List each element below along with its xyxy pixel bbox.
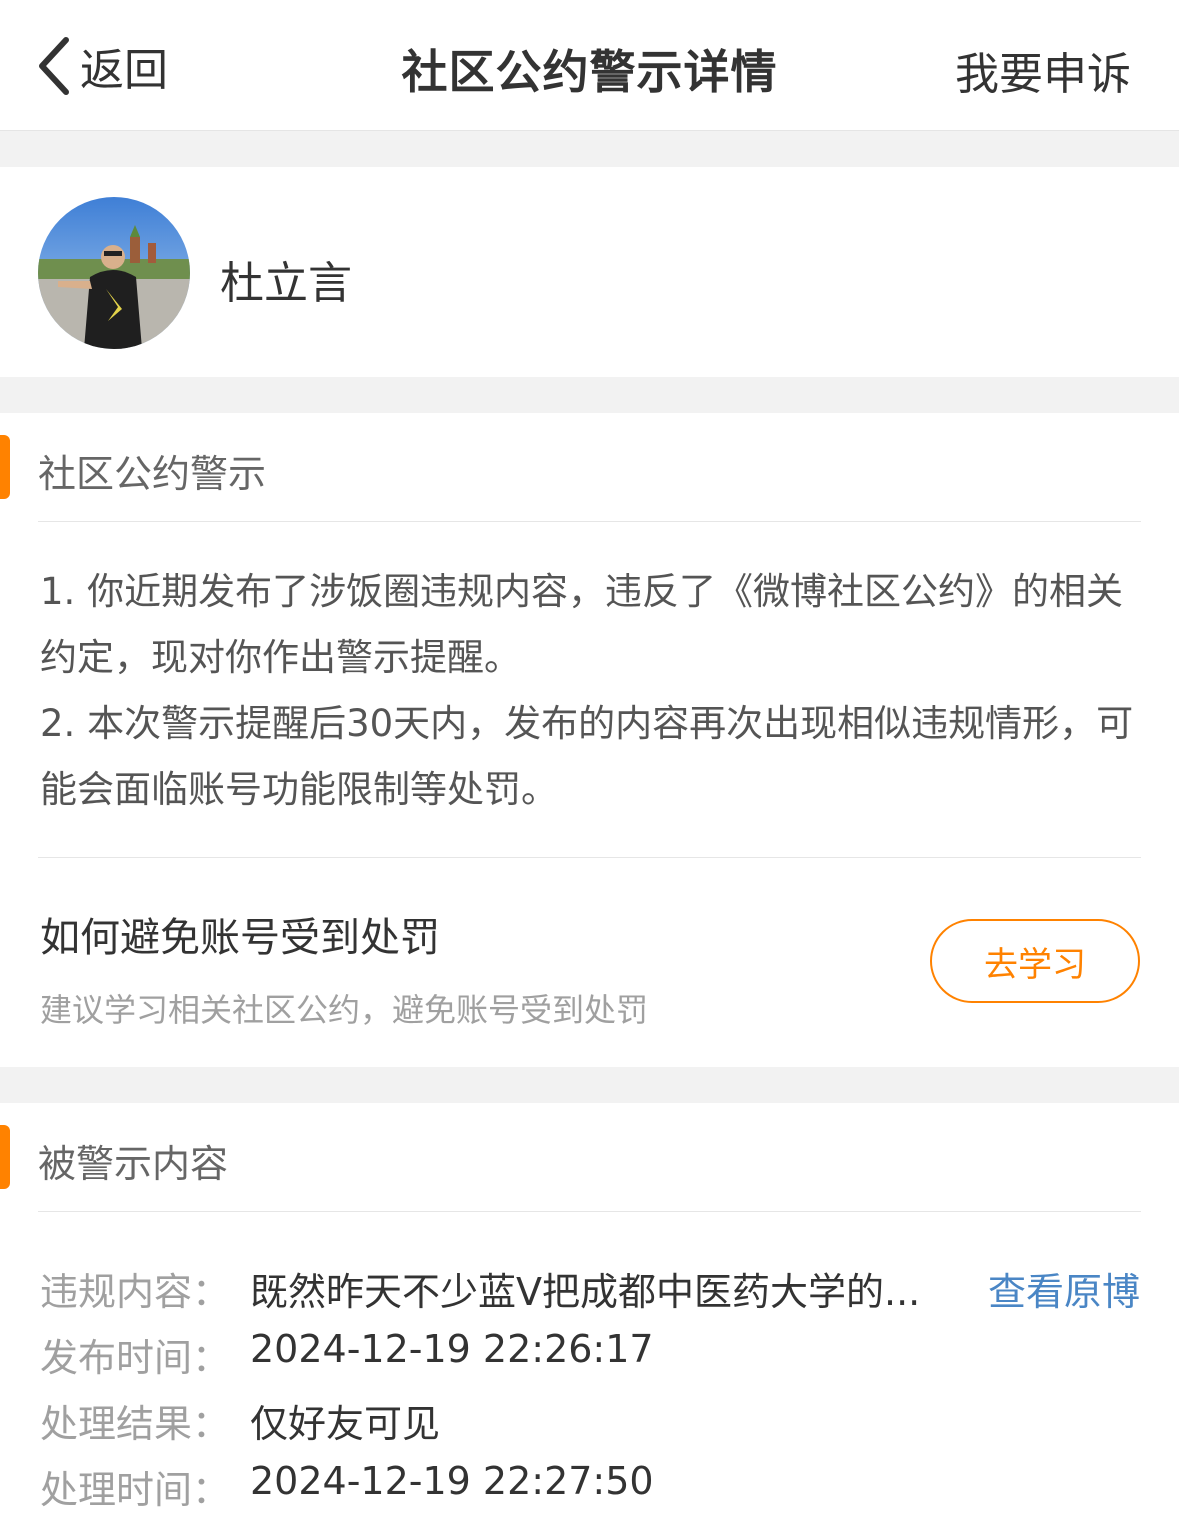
publish-time-value: 2024-12-19 22:26:17 xyxy=(250,1327,654,1371)
warning-notice: 1. 你近期发布了涉饭圈违规内容，违反了《微博社区公约》的相关约定，现对你作出警… xyxy=(40,559,1140,823)
page: 返回 社区公约警示详情 我要申诉 杜立言 社区公约警示 1. 你近期发布了涉饭圈… xyxy=(0,0,1179,1537)
accent-bar xyxy=(0,435,10,499)
avatar-photo xyxy=(38,197,190,349)
warned-content-card: 被警示内容 违规内容： 既然昨天不少蓝V把成都中医药大学的... 查看原博 发布… xyxy=(0,1103,1179,1537)
username[interactable]: 杜立言 xyxy=(220,247,352,311)
appeal-button[interactable]: 我要申诉 xyxy=(955,38,1131,102)
info-label: 处理结果： xyxy=(40,1402,231,1446)
warning-card: 社区公约警示 1. 你近期发布了涉饭圈违规内容，违反了《微博社区公约》的相关约定… xyxy=(0,413,1179,1067)
warning-paragraph-2: 2. 本次警示提醒后30天内，发布的内容再次出现相似违规情形，可能会面临账号功能… xyxy=(40,702,1134,811)
warning-section-header: 社区公约警示 xyxy=(0,413,1179,521)
content-section-title: 被警示内容 xyxy=(38,1142,229,1186)
info-label: 处理时间： xyxy=(40,1468,231,1512)
divider xyxy=(38,521,1141,522)
info-label: 发布时间： xyxy=(40,1336,231,1380)
handle-time-row: 处理时间： 2024-12-19 22:27:50 xyxy=(40,1449,1140,1515)
view-original-link[interactable]: 查看原博 xyxy=(988,1261,1140,1316)
violation-content-value: 既然昨天不少蓝V把成都中医药大学的... xyxy=(250,1270,921,1314)
divider xyxy=(38,857,1141,858)
navbar: 返回 社区公约警示详情 我要申诉 xyxy=(0,0,1179,131)
warning-paragraph-1: 1. 你近期发布了涉饭圈违规内容，违反了《微博社区公约》的相关约定，现对你作出警… xyxy=(40,570,1124,679)
info-label: 违规内容： xyxy=(40,1270,231,1314)
divider xyxy=(38,1211,1141,1212)
accent-bar xyxy=(0,1125,10,1189)
avatar[interactable] xyxy=(38,197,190,349)
learn-subtitle: 建议学习相关社区公约，避免账号受到处罚 xyxy=(40,991,649,1029)
learn-button[interactable]: 去学习 xyxy=(930,919,1140,1003)
result-value: 仅好友可见 xyxy=(250,1402,441,1446)
content-section-header: 被警示内容 xyxy=(0,1103,1179,1211)
warning-section-title: 社区公约警示 xyxy=(38,452,267,496)
result-row: 处理结果： 仅好友可见 xyxy=(40,1383,1140,1449)
publish-time-row: 发布时间： 2024-12-19 22:26:17 xyxy=(40,1317,1140,1383)
learn-title: 如何避免账号受到处罚 xyxy=(40,915,440,961)
violation-content-row: 违规内容： 既然昨天不少蓝V把成都中医药大学的... 查看原博 xyxy=(40,1251,1140,1317)
user-card: 杜立言 xyxy=(0,167,1179,377)
handle-time-value: 2024-12-19 22:27:50 xyxy=(250,1459,654,1503)
